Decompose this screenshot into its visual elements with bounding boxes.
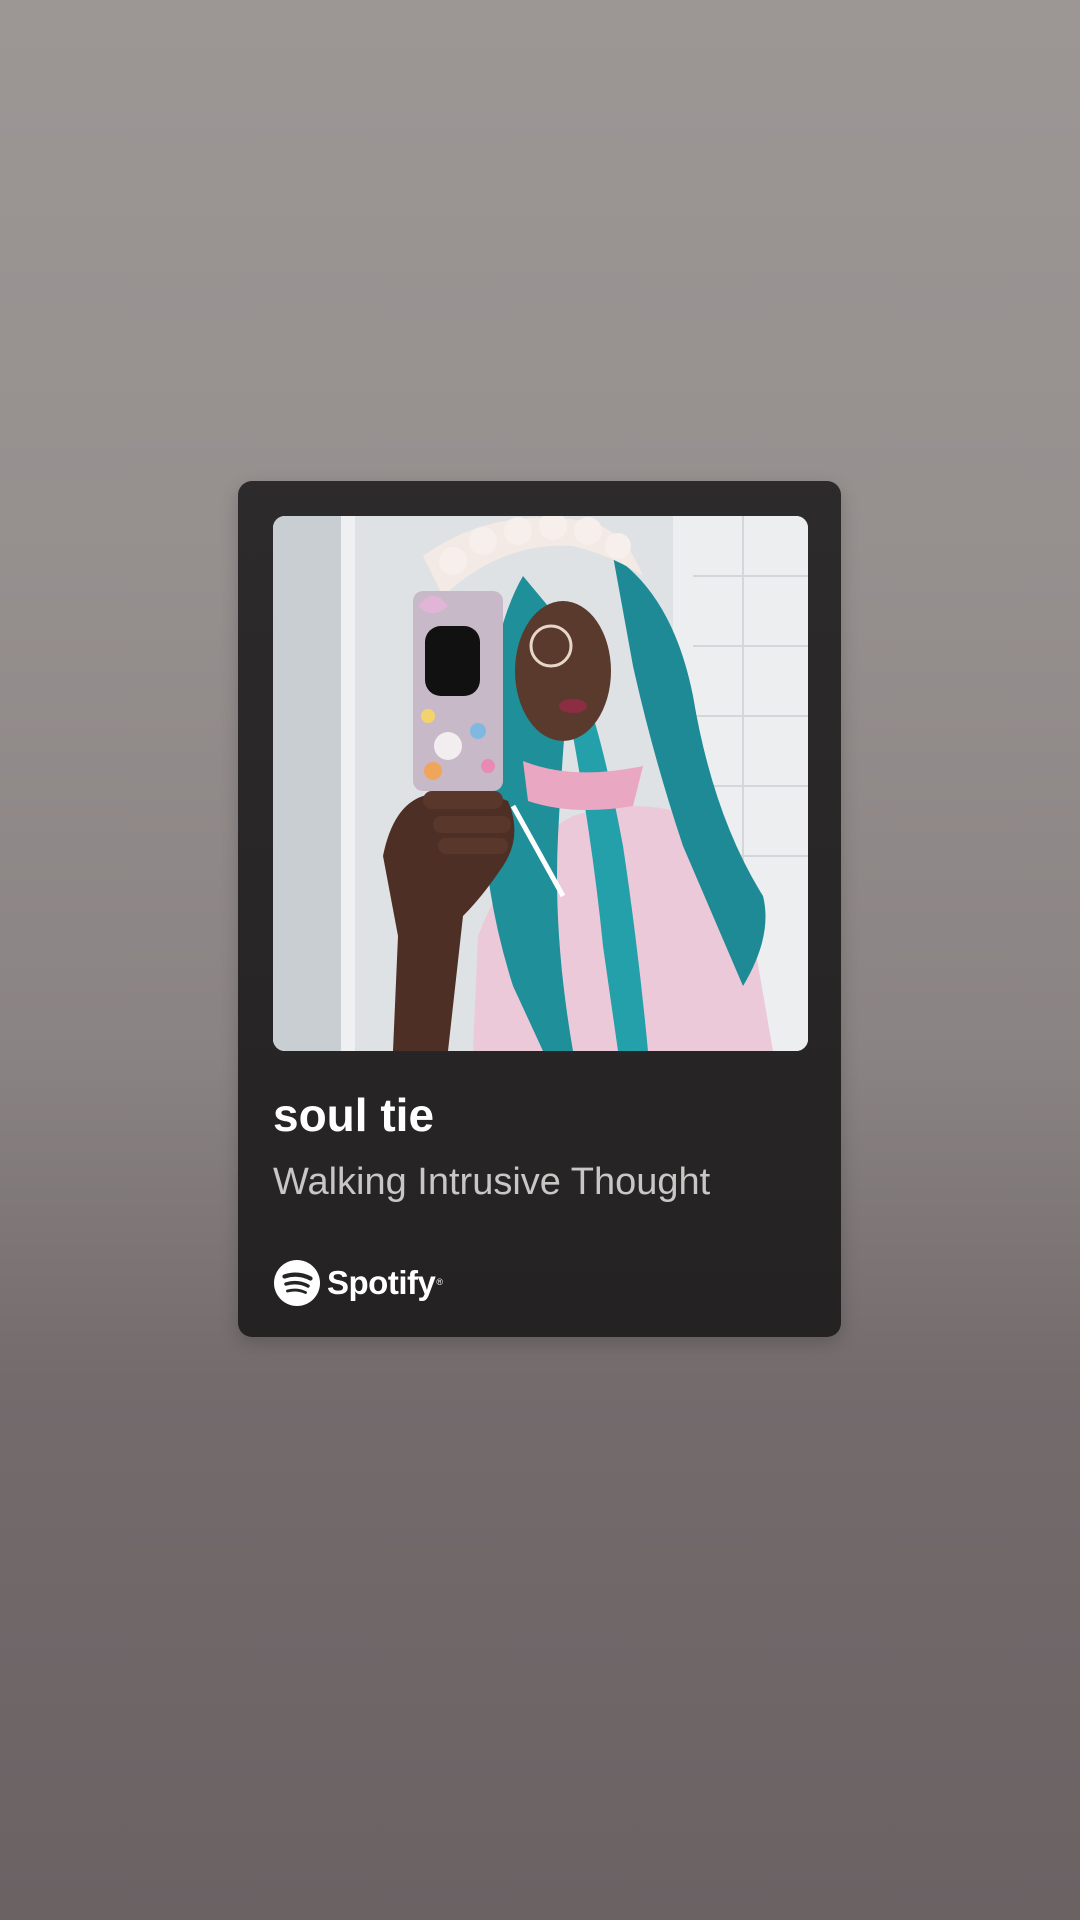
artist-name: Walking Intrusive Thought	[273, 1161, 711, 1203]
spotify-logo-icon	[274, 1260, 320, 1306]
spotify-wordmark: Spotify	[327, 1264, 436, 1301]
spotify-brand[interactable]: Spotify ®	[274, 1259, 443, 1307]
album-cover-illustration	[273, 516, 808, 1051]
registered-mark: ®	[436, 1277, 443, 1287]
track-title: soul tie	[273, 1089, 435, 1141]
album-cover-image[interactable]	[273, 516, 808, 1051]
spotify-share-card[interactable]: soul tie Walking Intrusive Thought Spoti…	[238, 481, 841, 1337]
